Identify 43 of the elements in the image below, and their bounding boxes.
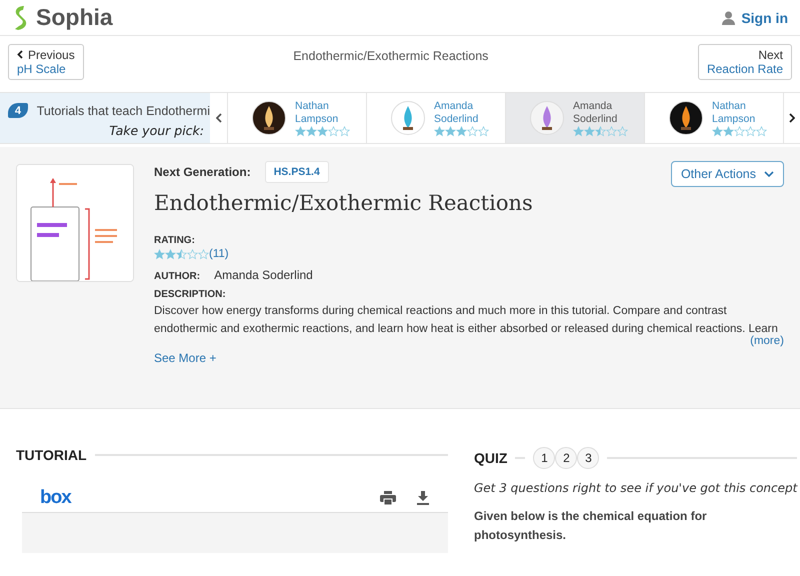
tutorial-card[interactable]: Amanda Soderlind — [367, 93, 506, 143]
tutorial-title: Endothermic/Exothermic Reactions — [154, 191, 534, 215]
quiz-tagline: Get 3 questions right to see if you've got this concept — [474, 481, 798, 495]
more-link[interactable]: (more) — [750, 335, 784, 347]
other-actions-button[interactable]: Other Actions — [670, 161, 784, 187]
quiz-question: Given below is the chemical equation for photosynthesis. — [474, 508, 708, 544]
chevron-right-icon[interactable] — [788, 113, 794, 123]
download-icon[interactable] — [416, 490, 430, 504]
chevron-left-icon — [17, 50, 23, 59]
print-icon[interactable] — [380, 490, 396, 504]
description-text: Discover how energy transforms during chemical reactions and much more in this tutorial. Compare and contrast endothermic and exothermic reactions, and learn how heat is either absorbed or released during chemical reactions. Learn — [154, 304, 779, 336]
quiz-step[interactable]: 2 — [555, 447, 578, 469]
author-name: Amanda Soderlind — [434, 100, 480, 126]
tutorial-card[interactable]: Nathan Lampson — [645, 93, 784, 143]
previous-button[interactable]: Previous pH Scale — [8, 44, 84, 80]
quiz-step[interactable]: 1 — [533, 447, 556, 469]
author-name: Nathan Lampson — [295, 100, 340, 126]
tutorial-card[interactable]: Amanda Soderlind — [506, 93, 645, 143]
rating-label: RATING: — [154, 235, 196, 246]
author-name: Amanda Soderlind — [214, 268, 313, 282]
logo-text[interactable]: Sophia — [36, 4, 113, 31]
chevron-down-icon — [764, 171, 774, 177]
viewer-logo: box — [40, 486, 71, 508]
chevron-left-icon[interactable] — [216, 113, 222, 123]
standard-tag[interactable]: HS.PS1.4 — [264, 161, 329, 183]
standard-label: Next Generation: — [154, 165, 251, 179]
description-label: DESCRIPTION: — [154, 289, 227, 300]
tutorial-card[interactable]: Nathan Lampson — [228, 93, 367, 143]
tutorial-heading: TUTORIAL — [16, 447, 87, 463]
sign-in-link[interactable]: Sign in — [741, 10, 788, 26]
next-button[interactable]: Next Reaction Rate — [698, 44, 792, 80]
quiz-heading: QUIZ — [474, 450, 508, 466]
see-more-link[interactable]: See More + — [154, 351, 216, 365]
count-badge: 4 — [8, 103, 28, 118]
author-label: AUTHOR: — [154, 271, 200, 282]
quiz-step[interactable]: 3 — [577, 447, 600, 469]
carousel-heading: Tutorials that teach Endothermi — [36, 104, 210, 118]
author-name: Amanda Soderlind — [573, 100, 618, 126]
author-name: Nathan Lampson — [712, 100, 756, 126]
rating-count[interactable]: (11) — [209, 248, 229, 260]
person-icon[interactable] — [722, 10, 736, 24]
carousel-tagline: Take your pick: — [109, 123, 204, 138]
page-title: Endothermic/Exothermic Reactions — [293, 48, 488, 63]
